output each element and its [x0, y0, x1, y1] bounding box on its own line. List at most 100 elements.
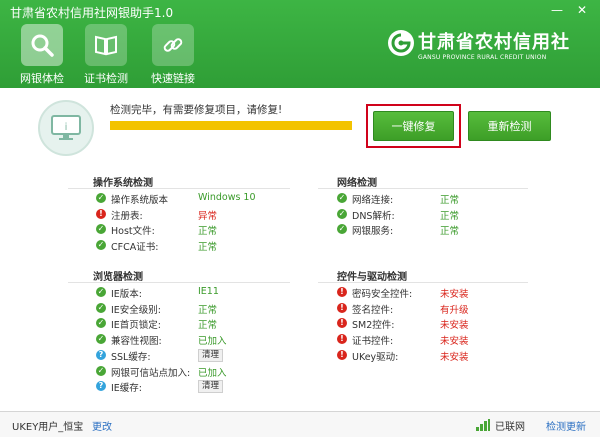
check-item-value: 未安装	[440, 336, 469, 348]
check-item-value: 正常	[440, 210, 460, 222]
check-item-label: 密码安全控件:	[352, 289, 413, 300]
check-item-row: ! 密码安全控件: 未安装	[337, 286, 517, 300]
check-item-label: CFCA证书:	[111, 242, 159, 254]
clean-button[interactable]: 清理	[198, 380, 224, 394]
check-item-row: ✓ 网络连接: 正常	[337, 192, 517, 206]
section-title-network: 网络检测	[337, 178, 377, 189]
one-click-fix-button[interactable]: 一键修复	[373, 111, 454, 141]
app-title: 甘肃省农村信用社网银助手1.0	[10, 6, 174, 20]
check-item-label: DNS解析:	[352, 210, 395, 222]
check-item-label: SM2控件:	[352, 320, 395, 332]
check-item-label: 网络连接:	[352, 195, 394, 206]
error-icon: !	[337, 349, 347, 360]
error-icon: !	[337, 302, 347, 313]
check-item-label: 操作系统版本	[111, 195, 169, 206]
section-title-drivers: 控件与驱动检测	[337, 272, 407, 283]
close-button[interactable]: ✕	[573, 2, 591, 18]
check-item-value: 正常	[198, 242, 218, 254]
section-divider	[68, 188, 290, 189]
check-item-row: ✓ CFCA证书: 正常	[96, 239, 276, 253]
section-divider	[68, 282, 290, 283]
check-ok-icon: ✓	[337, 224, 347, 235]
check-item-value: 正常	[198, 226, 218, 238]
check-item-value: Windows 10	[198, 192, 256, 203]
network-status: 已联网	[495, 422, 525, 433]
credit-union-logo-icon	[388, 30, 414, 56]
check-status-message: 检测完毕，有需要修复项目，请修复!	[110, 104, 283, 116]
section-title-browser: 浏览器检测	[93, 272, 143, 283]
check-item-label: 网银可信站点加入:	[111, 367, 191, 379]
check-item-row: ✓ 兼容性视图: 已加入	[96, 333, 276, 347]
check-item-value: 已加入	[198, 336, 227, 348]
nav-bank-checkup[interactable]: 网银体检	[14, 24, 70, 86]
check-item-label: IE缓存:	[111, 383, 143, 395]
check-ok-icon: ✓	[96, 334, 106, 345]
nav-label: 证书检测	[84, 72, 128, 85]
check-item-value: 未安装	[440, 289, 469, 300]
check-item-row: ✓ Host文件: 正常	[96, 223, 276, 237]
minimize-button[interactable]: —	[548, 2, 566, 18]
check-item-row: ✓ IE首页锁定: 正常	[96, 317, 276, 331]
check-progress-bar	[110, 121, 352, 130]
error-icon: !	[337, 318, 347, 329]
book-icon	[85, 24, 127, 66]
monitor-icon: i	[38, 100, 94, 156]
check-item-label: IE安全级别:	[111, 304, 162, 316]
check-item-value: 未安装	[440, 320, 469, 332]
brand-logo-block: 甘肃省农村信用社 GANSU PROVINCE RURAL CREDIT UNI…	[388, 28, 588, 68]
network-signal-icon	[476, 419, 490, 431]
recheck-button[interactable]: 重新检测	[468, 111, 551, 141]
check-item-label: 兼容性视图:	[111, 336, 162, 348]
title-bar: 甘肃省农村信用社网银助手1.0 — ✕ 网银体检 证书检测 快速链接 甘肃省农村…	[0, 0, 600, 88]
error-icon: !	[337, 334, 347, 345]
check-item-label: IE版本:	[111, 289, 143, 300]
check-item-row: ✓ 操作系统版本 Windows 10	[96, 192, 276, 206]
brand-name: 甘肃省农村信用社	[418, 32, 570, 53]
check-item-value: 正常	[440, 226, 460, 238]
status-bar: UKEY用户_恒宝 更改 已联网 检测更新	[0, 411, 600, 437]
check-item-row: ? IE缓存: 清理	[96, 380, 276, 394]
check-item-label: IE首页锁定:	[111, 320, 162, 332]
section-divider	[318, 282, 528, 283]
check-item-value: 已加入	[198, 367, 227, 379]
check-item-label: SSL缓存:	[111, 351, 151, 363]
check-update-link[interactable]: 检测更新	[546, 418, 586, 433]
check-item-value: 正常	[440, 195, 460, 206]
check-ok-icon: ✓	[337, 193, 347, 203]
brand-english: GANSU PROVINCE RURAL CREDIT UNION	[418, 54, 547, 61]
error-icon: !	[337, 287, 347, 297]
progress-fill	[110, 121, 352, 130]
check-ok-icon: ✓	[96, 193, 106, 203]
check-ok-icon: ✓	[96, 240, 106, 251]
check-ok-icon: ✓	[96, 302, 106, 313]
ukey-user-label: UKEY用户_恒宝	[12, 422, 84, 433]
check-item-value: 正常	[198, 320, 218, 332]
check-item-row: ? SSL缓存: 清理	[96, 348, 276, 363]
check-item-row: ✓ IE安全级别: 正常	[96, 302, 276, 316]
check-item-label: UKey驱动:	[352, 351, 399, 363]
check-item-label: 网银服务:	[352, 226, 394, 238]
check-item-row: ! 签名控件: 有升级	[337, 302, 517, 316]
clean-button[interactable]: 清理	[198, 348, 224, 362]
nav-cert-check[interactable]: 证书检测	[78, 24, 134, 86]
check-item-label: 注册表:	[111, 210, 143, 222]
nav-label: 快速链接	[151, 72, 195, 85]
error-icon: !	[96, 208, 106, 219]
check-item-value: IE11	[198, 286, 219, 297]
check-item-value: 异常	[198, 210, 218, 222]
check-ok-icon: ✓	[337, 208, 347, 219]
check-item-label: Host文件:	[111, 226, 155, 238]
check-item-label: 证书控件:	[352, 336, 394, 348]
svg-text:i: i	[65, 122, 68, 133]
check-item-row: ! SM2控件: 未安装	[337, 317, 517, 331]
check-ok-icon: ✓	[96, 318, 106, 329]
check-item-row: ✓ DNS解析: 正常	[337, 208, 517, 222]
nav-quick-links[interactable]: 快速链接	[145, 24, 201, 86]
check-item-value: 正常	[198, 304, 218, 316]
section-divider	[318, 188, 528, 189]
section-title-os: 操作系统检测	[93, 178, 153, 189]
change-user-link[interactable]: 更改	[92, 418, 112, 433]
check-item-row: ! 证书控件: 未安装	[337, 333, 517, 347]
check-item-row: ! 注册表: 异常	[96, 208, 276, 222]
check-item-row: ! UKey驱动: 未安装	[337, 349, 517, 363]
